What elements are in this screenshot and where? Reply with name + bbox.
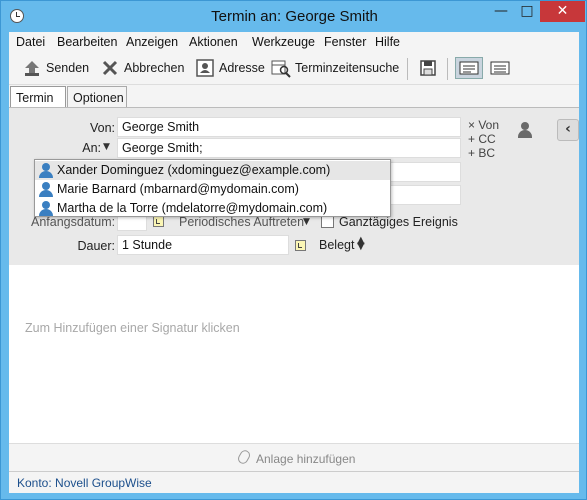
- contact-icon: [39, 163, 53, 178]
- list-view-icon: [459, 58, 479, 78]
- address-label: Adresse: [219, 61, 265, 75]
- send-button[interactable]: Senden: [22, 57, 89, 79]
- schedule-search-button[interactable]: Terminzeitensuche: [271, 57, 399, 79]
- maximize-button[interactable]: □: [514, 1, 540, 22]
- recurring-dropdown-arrow-icon[interactable]: ▼: [303, 217, 310, 227]
- close-button[interactable]: ✕: [540, 1, 585, 22]
- send-label: Senden: [46, 61, 90, 75]
- menu-bearbeiten[interactable]: Bearbeiten: [57, 35, 117, 49]
- signature-hint[interactable]: Zum Hinzufügen einer Signatur klicken: [25, 321, 240, 335]
- menu-datei[interactable]: Datei: [16, 35, 45, 49]
- schedule-search-label: Terminzeitensuche: [295, 61, 400, 75]
- appointment-window: Termin an: George Smith — □ ✕ Datei Bear…: [0, 0, 587, 500]
- text-view-icon: [490, 58, 510, 78]
- contact-person-icon[interactable]: [517, 122, 533, 139]
- duration-clock-icon[interactable]: [295, 240, 306, 251]
- from-field[interactable]: George Smith: [117, 117, 461, 137]
- suggestion-text: Marie Barnard (mbarnard@mydomain.com): [57, 182, 299, 196]
- menu-anzeigen[interactable]: Anzeigen: [126, 35, 178, 49]
- schedule-search-icon: [271, 58, 291, 78]
- duration-field[interactable]: 1 Stunde: [117, 235, 289, 255]
- view-mode-button[interactable]: [490, 57, 514, 79]
- account-status: Konto: Novell GroupWise: [17, 476, 152, 490]
- save-button[interactable]: [418, 57, 442, 79]
- address-button[interactable]: Adresse: [195, 57, 265, 79]
- view-mode-button-active[interactable]: [455, 57, 483, 79]
- message-body[interactable]: [9, 265, 579, 443]
- menu-bar: Datei Bearbeiten Anzeigen Aktionen Werkz…: [9, 32, 579, 52]
- cancel-x-icon: [100, 58, 120, 78]
- tab-bar: Termin Optionen: [9, 85, 579, 107]
- toolbar: Senden Abbrechen Adresse Terminzeitensuc…: [9, 52, 579, 85]
- collapse-panel-button[interactable]: ‹: [557, 119, 579, 141]
- save-disk-icon: [418, 58, 438, 78]
- menu-fenster[interactable]: Fenster: [324, 35, 366, 49]
- address-book-icon: [195, 58, 215, 78]
- suggestion-text: Xander Dominguez (xdominguez@example.com…: [57, 163, 331, 177]
- suggestion-text: Martha de la Torre (mdelatorre@mydomain.…: [57, 201, 328, 215]
- busy-status-select[interactable]: Belegt: [319, 238, 354, 252]
- contact-icon: [39, 182, 53, 197]
- toolbar-separator: [447, 58, 448, 80]
- send-icon: [22, 58, 42, 78]
- menu-hilfe[interactable]: Hilfe: [375, 35, 400, 49]
- add-cc-link[interactable]: + CC: [468, 132, 496, 146]
- title-bar[interactable]: Termin an: George Smith — □ ✕: [1, 1, 586, 31]
- cancel-label: Abbrechen: [124, 61, 185, 75]
- remove-from-link[interactable]: × Von: [468, 118, 499, 132]
- duration-label: Dauer:: [77, 239, 115, 253]
- add-bc-link[interactable]: + BC: [468, 146, 495, 160]
- cancel-button[interactable]: Abbrechen: [100, 57, 184, 79]
- tab-optionen[interactable]: Optionen: [67, 86, 127, 107]
- suggestion-item[interactable]: Martha de la Torre (mdelatorre@mydomain.…: [35, 199, 390, 218]
- from-label: Von:: [89, 121, 115, 135]
- to-dropdown-arrow-icon[interactable]: ▼: [103, 142, 110, 152]
- tab-termin[interactable]: Termin: [10, 86, 66, 107]
- busy-updown-icon[interactable]: ▲ ▼: [357, 236, 365, 252]
- contact-icon: [39, 201, 53, 216]
- suggestion-item[interactable]: Xander Dominguez (xdominguez@example.com…: [35, 161, 390, 180]
- minimize-button[interactable]: —: [488, 1, 514, 22]
- to-field[interactable]: George Smith;: [117, 138, 461, 158]
- suggestion-item[interactable]: Marie Barnard (mbarnard@mydomain.com): [35, 180, 390, 199]
- add-attachment-link[interactable]: Anlage hinzufügen: [256, 452, 355, 466]
- to-label[interactable]: An:: [61, 141, 101, 155]
- menu-werkzeuge[interactable]: Werkzeuge: [252, 35, 315, 49]
- address-suggestion-dropdown: Xander Dominguez (xdominguez@example.com…: [34, 159, 391, 217]
- menu-aktionen[interactable]: Aktionen: [189, 35, 238, 49]
- toolbar-separator: [407, 58, 408, 80]
